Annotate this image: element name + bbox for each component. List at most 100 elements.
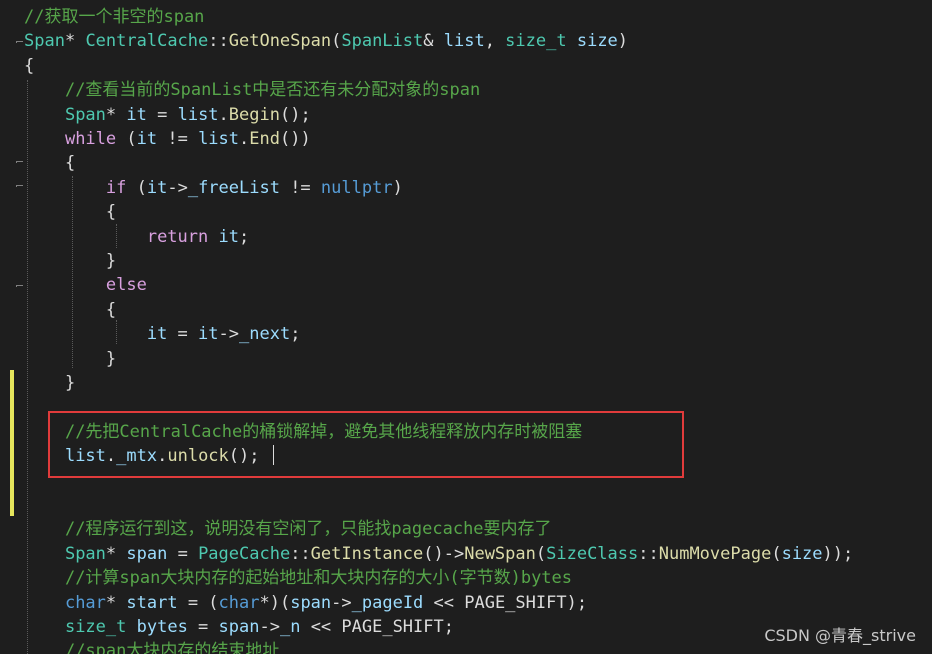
code-token-plain: , xyxy=(484,31,506,52)
code-token-keyword: char xyxy=(218,592,260,613)
code-line[interactable]: Span* CentralCache::GetOneSpan(SpanList&… xyxy=(24,29,628,53)
code-token-plain: ( xyxy=(331,31,342,52)
code-token-func: Begin xyxy=(228,104,280,125)
watermark: CSDN @青春_strive xyxy=(764,626,916,645)
code-token-comment: //查看当前的SpanList中是否还有未分配对象的span xyxy=(64,80,481,101)
code-line[interactable]: Span* it = list.Begin(); xyxy=(24,103,311,127)
code-token-var: list xyxy=(177,104,219,125)
code-token-var: it xyxy=(136,129,158,149)
code-token-control: if xyxy=(105,177,127,198)
fold-marker-icon[interactable] xyxy=(16,41,23,43)
code-token-comment: //span大块内存的结束地址 xyxy=(64,641,280,654)
code-token-var: it xyxy=(146,177,168,198)
code-token-type: size_t xyxy=(64,617,127,637)
code-token-comment: //获取一个非空的span xyxy=(24,7,205,27)
code-line[interactable]: } xyxy=(24,347,116,371)
code-token-plain: -> xyxy=(331,592,352,613)
code-token-plain: -> xyxy=(167,177,188,198)
code-line[interactable]: it = it->_next; xyxy=(24,322,301,346)
code-token-plain: (); xyxy=(279,104,311,125)
code-token-var: size xyxy=(576,31,618,52)
code-token-type: PageCache xyxy=(198,543,291,564)
code-token-var: span xyxy=(126,543,168,564)
code-token-control: else xyxy=(105,275,147,296)
code-line[interactable]: while (it != list.End()) xyxy=(24,127,311,151)
code-editor[interactable]: //获取一个非空的span Span* CentralCache::GetOneS… xyxy=(0,0,932,654)
code-token-keyword: nullptr xyxy=(320,177,393,198)
code-line[interactable]: } xyxy=(24,249,116,273)
code-token-var: span xyxy=(290,592,332,613)
code-token-plain: { xyxy=(24,153,76,174)
code-token-var: it xyxy=(198,324,219,345)
code-token-plain: :: xyxy=(208,31,229,52)
code-line[interactable]: Span* span = PageCache::GetInstance()->N… xyxy=(24,542,853,566)
code-token-plain: { xyxy=(24,55,35,76)
code-token-plain: * xyxy=(64,31,86,52)
code-line[interactable]: { xyxy=(24,151,75,175)
code-token-var: it xyxy=(146,324,168,345)
code-line[interactable]: { xyxy=(24,54,34,78)
code-token-plain: * xyxy=(105,104,127,125)
code-token-plain: } xyxy=(24,251,117,271)
code-token-plain: ( xyxy=(126,177,147,198)
code-line[interactable]: { xyxy=(24,298,116,322)
code-line[interactable]: //查看当前的SpanList中是否还有未分配对象的span xyxy=(24,78,480,102)
text-cursor xyxy=(273,445,274,465)
code-token-plain: ( xyxy=(535,543,547,564)
code-token-plain: )); xyxy=(822,543,854,564)
code-line[interactable]: //计算span大块内存的起始地址和大块内存的大小(字节数)bytes xyxy=(24,566,572,590)
fold-marker-icon[interactable] xyxy=(16,285,23,287)
code-token-plain: = ( xyxy=(177,592,219,613)
indent-guide xyxy=(116,224,117,248)
code-token-plain: * xyxy=(105,592,127,613)
code-line[interactable]: //获取一个非空的span xyxy=(24,5,204,29)
code-token-func: End xyxy=(249,129,280,149)
code-token-plain: . xyxy=(218,104,229,125)
indent-guide xyxy=(72,176,73,368)
code-token-func: GetOneSpan xyxy=(228,31,332,52)
code-token-var: _n xyxy=(279,617,301,637)
code-token-var: it xyxy=(126,104,147,125)
code-token-plain: * xyxy=(105,543,127,564)
code-token-var: size xyxy=(781,543,823,564)
code-token-type: Span xyxy=(64,543,106,564)
code-token-plain: ()) xyxy=(279,129,311,149)
code-line[interactable]: size_t bytes = span->_n << PAGE_SHIFT; xyxy=(24,615,454,639)
code-token-plain: << PAGE_SHIFT); xyxy=(423,592,588,613)
code-line[interactable]: if (it->_freeList != nullptr) xyxy=(24,176,403,200)
code-line[interactable]: char* start = (char*)(span->_pageId << P… xyxy=(24,591,587,615)
code-token-plain: } xyxy=(24,373,76,393)
code-token-plain: { xyxy=(24,202,117,223)
code-line[interactable]: } xyxy=(24,371,75,395)
code-line[interactable]: return it; xyxy=(24,225,249,249)
code-token-var: list xyxy=(198,129,240,149)
code-line[interactable]: //程序运行到这，说明没有空闲了，只能找pagecache要内存了 xyxy=(24,517,552,541)
code-token-func: GetInstance xyxy=(310,543,424,564)
code-token-control: while xyxy=(64,129,117,149)
code-line[interactable]: //span大块内存的结束地址 xyxy=(24,639,279,654)
code-token-var: _pageId xyxy=(351,592,424,613)
code-token-plain: = xyxy=(167,324,199,345)
code-line[interactable]: else xyxy=(24,273,147,297)
code-token-plain: ) xyxy=(617,31,629,52)
indent-guide xyxy=(27,80,28,654)
code-token-func: NewSpan xyxy=(464,543,536,564)
fold-marker-icon[interactable] xyxy=(16,185,23,187)
code-token-comment: //计算span大块内存的起始地址和大块内存的大小(字节数)bytes xyxy=(64,568,573,589)
code-token-plain: . xyxy=(239,129,250,149)
fold-marker-icon[interactable] xyxy=(16,161,23,163)
code-token-plain: = xyxy=(146,104,178,125)
code-token-plain: = xyxy=(187,617,219,637)
code-token-type: SpanList xyxy=(341,31,424,52)
code-line[interactable]: { xyxy=(24,200,116,224)
code-token-plain: & xyxy=(423,31,444,52)
code-token-var: it xyxy=(218,226,239,247)
code-token-plain: != xyxy=(157,129,199,149)
code-token-type: CentralCache xyxy=(85,31,209,52)
